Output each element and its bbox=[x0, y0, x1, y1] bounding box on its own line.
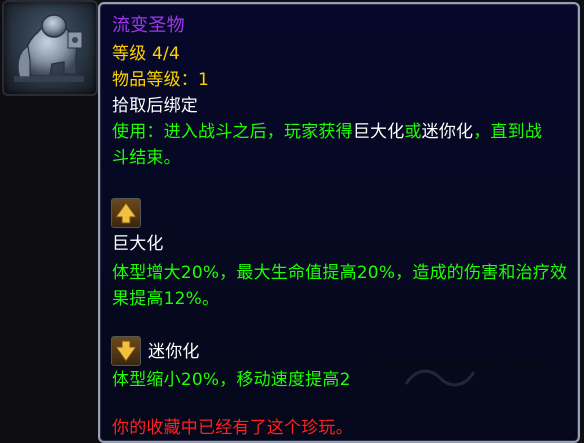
giant-title: 巨大化 bbox=[112, 234, 164, 254]
game-screen: 流变圣物 等级 4/4 物品等级：1 拾取后绑定 使用：进入战斗之后，玩家获得巨… bbox=[0, 0, 584, 443]
mini-title: 迷你化 bbox=[148, 342, 200, 362]
collection-note: 你的收藏中已经有了这个珍玩。 bbox=[112, 418, 353, 438]
gorilla-statue-icon bbox=[14, 14, 84, 82]
use-effect-or: 或 bbox=[404, 122, 422, 142]
item-icon[interactable] bbox=[2, 0, 98, 96]
use-effect-text: 使用：进入战斗之后，玩家获得 bbox=[112, 122, 353, 142]
mini-description: 体型缩小20%，移动速度提高2 bbox=[112, 370, 351, 390]
use-effect-giant: 巨大化 bbox=[352, 122, 405, 142]
use-effect-end: ，直到战 bbox=[473, 122, 543, 142]
watermark-icon bbox=[404, 369, 476, 387]
use-effect-line-1: 使用：进入战斗之后，玩家获得巨大化或迷你化，直到战 bbox=[112, 120, 542, 144]
giant-description: 体型增大20%，最大生命值提高20%，造成的伤害和治疗效果提高12%。 bbox=[112, 263, 568, 309]
bind-type: 拾取后绑定 bbox=[112, 96, 198, 116]
mini-spell-icon[interactable] bbox=[111, 336, 141, 366]
use-effect-mini: 迷你化 bbox=[421, 122, 474, 142]
arrow-up-icon bbox=[115, 202, 137, 224]
arrow-down-icon bbox=[115, 340, 137, 362]
use-effect-line-2: 斗结束。 bbox=[112, 148, 181, 168]
item-level: 物品等级：1 bbox=[112, 70, 210, 90]
giant-spell-icon[interactable] bbox=[111, 198, 141, 228]
item-name: 流变圣物 bbox=[112, 15, 185, 36]
upgrade-level: 等级 4/4 bbox=[112, 44, 180, 64]
